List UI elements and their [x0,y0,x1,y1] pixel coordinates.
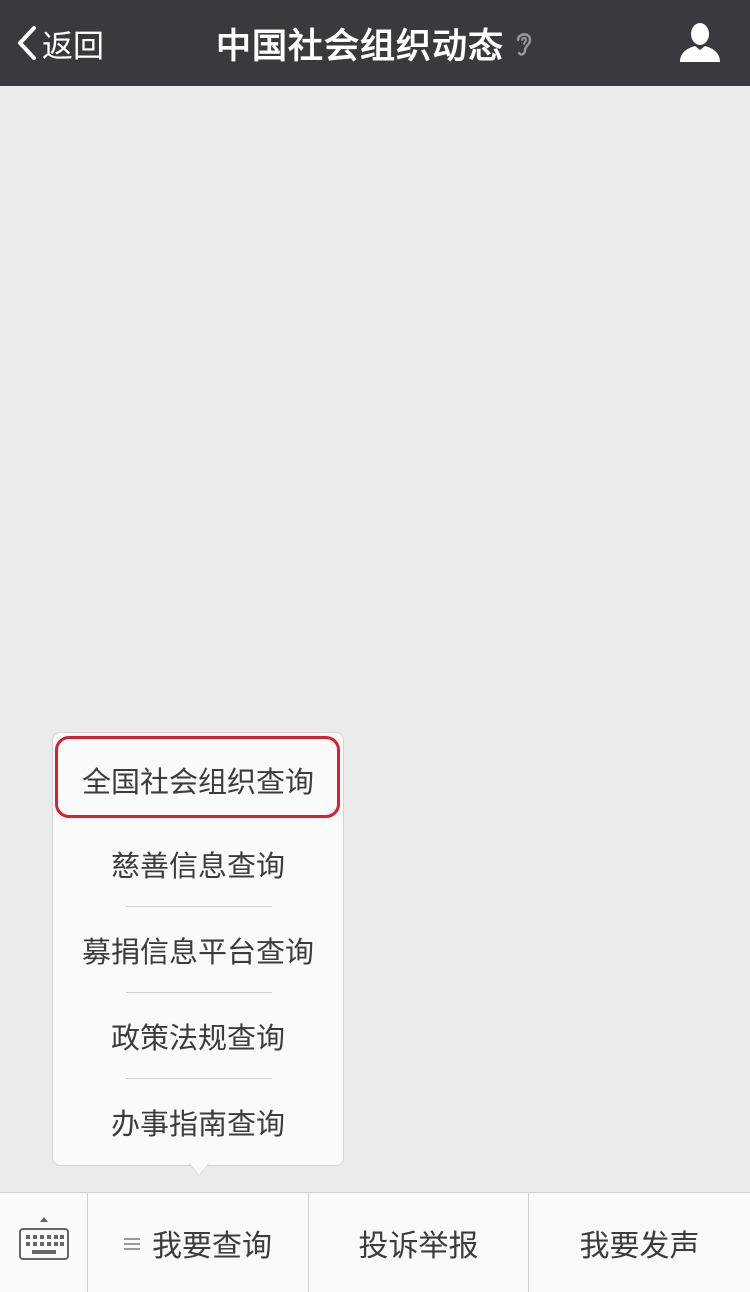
tab-label: 我要查询 [152,1228,272,1264]
menu-item-policy-regulation-query[interactable]: 政策法规查询 [53,993,343,1079]
back-button[interactable]: 返回 [16,18,104,68]
keyboard-toggle-button[interactable] [0,1193,88,1292]
ear-icon [514,29,534,63]
bottom-menu-bar: 我要查询 投诉举报 我要发声 [0,1192,750,1292]
menu-item-label: 办事指南查询 [110,1107,285,1141]
menu-lines-icon [124,1225,140,1260]
tab-label: 我要发声 [579,1228,700,1264]
keyboard-icon [18,1215,70,1267]
menu-item-label: 政策法规查询 [110,1021,285,1055]
tab-label: 投诉举报 [358,1228,479,1264]
back-label: 返回 [42,28,104,65]
chat-screen: 返回 中国社会组织动态 全国社会组织查询 慈善信息查询 募捐信息平台查询 政策法… [0,0,750,1292]
chevron-left-icon [16,25,38,61]
query-submenu: 全国社会组织查询 慈善信息查询 募捐信息平台查询 政策法规查询 办事指南查询 [52,732,344,1166]
page-title-container: 中国社会组织动态 [0,0,750,86]
tab-my-query[interactable]: 我要查询 [88,1193,309,1292]
menu-item-label: 慈善信息查询 [110,849,285,883]
profile-button[interactable] [678,22,722,64]
top-navbar: 返回 中国社会组织动态 [0,0,750,86]
page-title: 中国社会组织动态 [215,26,504,67]
menu-item-fundraising-platform-query[interactable]: 募捐信息平台查询 [53,907,343,993]
menu-item-label: 募捐信息平台查询 [81,935,314,969]
tab-speak-up[interactable]: 我要发声 [529,1193,750,1292]
menu-item-label: 全国社会组织查询 [81,765,314,799]
menu-item-national-org-query[interactable]: 全国社会组织查询 [53,737,343,823]
user-icon [678,23,722,68]
submenu-pointer-fill [190,1164,208,1175]
menu-item-charity-info-query[interactable]: 慈善信息查询 [53,821,343,907]
tab-complaint-report[interactable]: 投诉举报 [309,1193,529,1292]
menu-item-service-guide-query[interactable]: 办事指南查询 [53,1079,343,1165]
